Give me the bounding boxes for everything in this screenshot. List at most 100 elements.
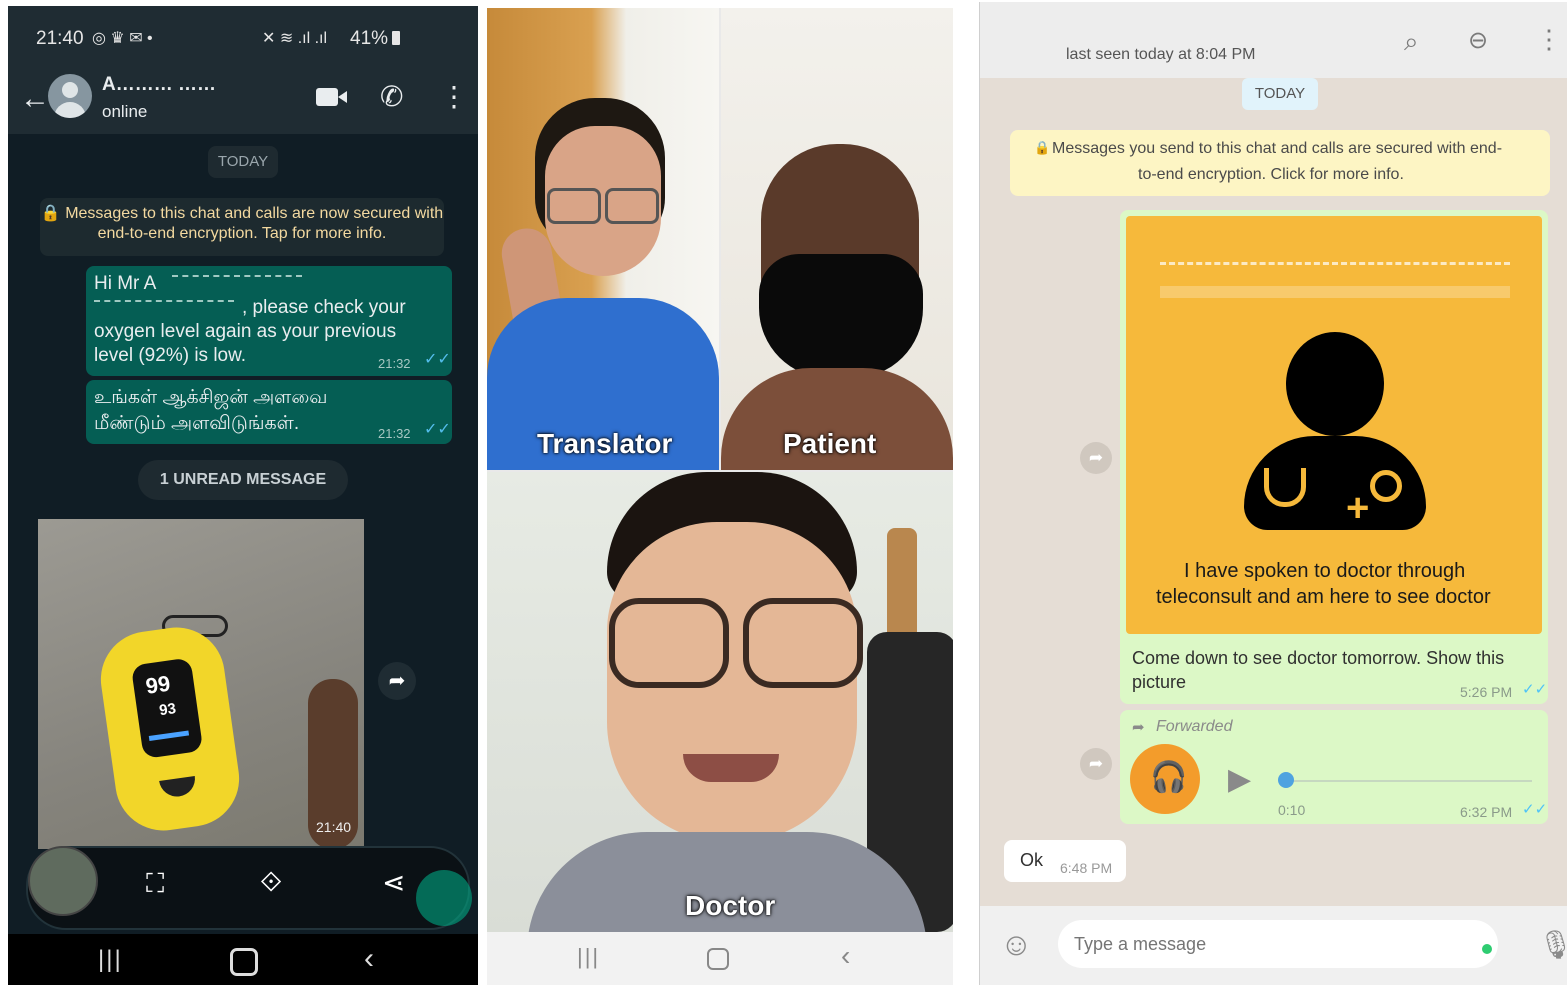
- stethoscope-icon: [1370, 470, 1402, 502]
- message-time: 5:26 PM: [1460, 684, 1513, 700]
- crop-edit-icon[interactable]: ⟐: [260, 866, 282, 899]
- translator-label: Translator: [537, 428, 673, 459]
- message-text: picture: [1132, 672, 1187, 692]
- chat-header: ← A……… …… online ✆ ⋮: [8, 68, 478, 134]
- doctor-head-icon: [1286, 332, 1384, 436]
- audio-avatar: 🎧: [1130, 744, 1200, 814]
- glasses-left: [547, 188, 601, 224]
- attach-icon[interactable]: ⊘: [1461, 23, 1496, 58]
- doctor-card-image[interactable]: + I have spoken to doctor through teleco…: [1126, 216, 1542, 634]
- battery-level: 41%: [350, 28, 389, 49]
- forward-icon[interactable]: ➦: [378, 662, 416, 700]
- message-text: Come down to see doctor tomorrow. Show t…: [1132, 648, 1505, 668]
- message-text: , please check your: [242, 297, 406, 318]
- forwarded-label: Forwarded: [1156, 718, 1233, 735]
- recent-apps-icon[interactable]: |||: [98, 946, 123, 974]
- home-icon[interactable]: [230, 948, 258, 976]
- back-icon[interactable]: ‹: [841, 940, 850, 972]
- message-text: Ok: [1020, 850, 1044, 870]
- microphone-icon[interactable]: 🎙: [1538, 928, 1567, 961]
- video-call-icon[interactable]: [316, 88, 338, 106]
- scan-icon[interactable]: ⛶: [146, 868, 164, 900]
- image-action-bar: ⛶ ⟐ ⋖: [26, 846, 470, 930]
- notification-icons: ◎ ♛ ✉ •: [92, 30, 153, 47]
- guitar: [887, 528, 917, 648]
- back-icon[interactable]: ‹: [364, 942, 374, 976]
- card-caption: I have spoken to doctor through: [1184, 560, 1466, 582]
- chat-area: TODAY 🔒 Messages to this chat and calls …: [8, 134, 478, 934]
- message-text: உங்கள் ஆக்சிஜன் அளவை: [94, 387, 328, 408]
- emoji-icon[interactable]: ☺: [1000, 926, 1033, 963]
- compose-bar: ☺ 🎙: [980, 906, 1567, 985]
- encryption-notice[interactable]: 🔒 Messages you send to this chat and cal…: [1010, 130, 1550, 196]
- last-seen: last seen today at 8:04 PM: [1066, 46, 1256, 63]
- glasses-left: [609, 598, 729, 688]
- avatar[interactable]: [48, 74, 92, 118]
- image-time: 21:40: [316, 819, 352, 835]
- glasses-right: [605, 188, 659, 224]
- message-text: oxygen level again as your previous: [94, 321, 397, 342]
- message-input[interactable]: [1058, 920, 1498, 968]
- phone-call-icon[interactable]: ✆: [380, 80, 403, 113]
- message-text: Hi Mr A: [94, 273, 157, 294]
- message-bubble: Hi Mr A , please check your oxygen level…: [86, 266, 452, 376]
- fab-edge[interactable]: [416, 870, 472, 926]
- doctor-tile[interactable]: Doctor: [487, 472, 953, 932]
- message-time: 21:32: [378, 426, 411, 441]
- chat-header: last seen today at 8:04 PM ⌕ ⊘ ⋮: [980, 2, 1567, 78]
- audio-scrubber[interactable]: [1278, 772, 1294, 788]
- medical-cross-icon: +: [1346, 486, 1370, 530]
- incoming-message-bubble: Ok 6:48 PM: [1004, 840, 1126, 882]
- play-icon[interactable]: ▶: [1228, 762, 1251, 797]
- translator-tile[interactable]: Translator: [487, 8, 719, 470]
- whatsapp-android-screenshot: 21:40 ◎ ♛ ✉ • ✕ ≋ .ıl .ıl 41% ← A……… …… …: [8, 6, 478, 985]
- patient-label: Patient: [783, 428, 877, 459]
- whatsapp-web-screenshot: last seen today at 8:04 PM ⌕ ⊘ ⋮ TODAY 🔒…: [979, 2, 1567, 985]
- contact-name[interactable]: A……… ……: [102, 74, 216, 96]
- message-text: மீண்டும் அளவிடுங்கள்.: [94, 413, 300, 434]
- status-time: 21:40: [36, 28, 84, 49]
- battery-icon: [392, 31, 400, 45]
- oximeter-photo[interactable]: 99 93 21:40: [38, 519, 364, 849]
- encryption-text: to-end encryption. Click for more info.: [1138, 166, 1404, 183]
- back-arrow-icon[interactable]: ←: [20, 82, 50, 116]
- forward-arrow-icon: ➦: [1132, 719, 1145, 736]
- read-receipt-icon: ✓✓: [1522, 681, 1548, 698]
- doctor-label: Doctor: [685, 890, 776, 921]
- home-icon[interactable]: [707, 948, 729, 970]
- share-icon[interactable]: ⋖: [382, 866, 405, 899]
- recent-apps-icon[interactable]: |||: [577, 944, 600, 970]
- message-text: level (92%) is low.: [94, 345, 247, 366]
- status-dot: [1482, 944, 1492, 954]
- pulse-reading: 93: [158, 700, 178, 720]
- status-bar: 21:40 ◎ ♛ ✉ • ✕ ≋ .ıl .ıl 41%: [8, 6, 478, 68]
- glasses-right: [743, 598, 863, 688]
- read-receipt-icon: ✓✓: [1522, 801, 1548, 818]
- patient-tile[interactable]: Patient: [721, 8, 953, 470]
- signal-icons: ✕ ≋ .ıl .ıl: [262, 30, 328, 47]
- encryption-notice[interactable]: 🔒 Messages to this chat and calls are no…: [40, 198, 444, 256]
- card-caption: teleconsult and am here to see doctor: [1156, 586, 1491, 608]
- message-time: 6:48 PM: [1060, 860, 1113, 876]
- audio-duration: 0:10: [1278, 802, 1306, 818]
- encryption-text: Messages you send to this chat and calls…: [1052, 140, 1503, 157]
- search-icon[interactable]: ⌕: [1404, 26, 1419, 58]
- redacted-text: [1160, 286, 1510, 298]
- image-message-bubble: + I have spoken to doctor through teleco…: [1120, 210, 1548, 704]
- redacted-name: [172, 275, 302, 283]
- more-options-icon[interactable]: ⋮: [440, 80, 468, 113]
- message-time: 21:32: [378, 356, 411, 371]
- forward-icon[interactable]: ➦: [1080, 748, 1112, 780]
- read-receipt-icon: ✓✓: [424, 421, 451, 438]
- system-nav-bar: ||| ‹: [8, 934, 478, 985]
- redacted-name: [94, 300, 234, 312]
- message-bubble: உங்கள் ஆக்சிஜன் அளவை மீண்டும் அளவிடுங்கள…: [86, 380, 452, 444]
- thumbnail[interactable]: [28, 846, 98, 916]
- redacted-text: [1160, 262, 1510, 277]
- audio-progress-track[interactable]: [1286, 780, 1532, 782]
- date-chip: TODAY: [1242, 78, 1318, 110]
- unread-chip: 1 UNREAD MESSAGE: [138, 460, 348, 500]
- menu-icon[interactable]: ⋮: [1536, 24, 1562, 55]
- mouth: [683, 754, 779, 782]
- forward-icon[interactable]: ➦: [1080, 442, 1112, 474]
